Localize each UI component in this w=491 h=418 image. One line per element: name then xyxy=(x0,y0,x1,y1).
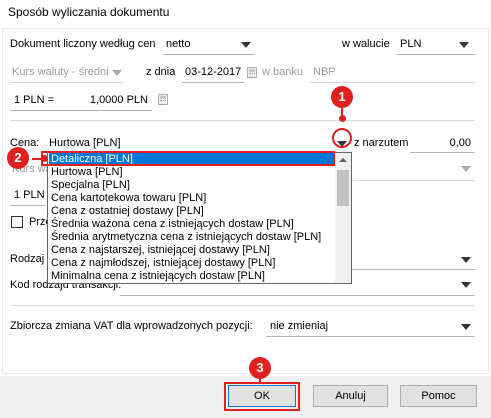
underline xyxy=(410,152,475,153)
type-label: Rodzaj xyxy=(10,253,45,265)
chevron-down-icon[interactable] xyxy=(461,282,471,288)
chevron-down-icon xyxy=(459,42,469,48)
step-badge-2: 2 xyxy=(7,147,29,169)
underline xyxy=(10,205,46,206)
divider xyxy=(10,305,475,306)
underline xyxy=(266,336,475,337)
rate-type-select[interactable]: Kurs waluty - średni xyxy=(10,64,122,82)
title-bar: Sposób wyliczania dokumentu xyxy=(0,0,491,26)
chevron-down-icon xyxy=(461,166,471,172)
rate-type-value: Kurs waluty - średni xyxy=(12,66,109,78)
bank-label: w banku xyxy=(262,66,303,78)
calc-by-value: netto xyxy=(166,38,191,50)
partial-checkbox[interactable] xyxy=(11,216,23,228)
currency-value: PLN xyxy=(400,38,422,50)
dropdown-option[interactable]: Minimalna cena z istniejących dostaw [PL… xyxy=(49,270,335,283)
calc-by-select[interactable]: netto xyxy=(163,36,255,54)
dropdown-option[interactable]: Cena z najstarszej, istniejącej dostawy … xyxy=(49,244,335,257)
vat-change-select[interactable]: nie zmieniaj xyxy=(266,318,475,336)
dropdown-option[interactable]: Specjalna [PLN] xyxy=(49,179,335,192)
rate-date-label: z dnia xyxy=(146,66,176,78)
dropdown-option[interactable]: Średnia arytmetyczna cena z istniejących… xyxy=(49,231,335,244)
underline xyxy=(310,82,475,83)
chevron-down-icon xyxy=(241,42,251,48)
rate-date-value: 03-12-2017 xyxy=(185,66,242,78)
underline xyxy=(163,54,255,55)
calendar-icon[interactable] xyxy=(247,67,257,78)
chevron-down-icon xyxy=(461,324,471,330)
dropdown-option[interactable]: Hurtowa [PLN] xyxy=(49,166,335,179)
highlight-rect xyxy=(41,151,335,166)
step-badge-1: 1 xyxy=(331,86,353,108)
annotation-dot xyxy=(41,155,48,162)
currency-label: w walucie xyxy=(342,38,390,50)
rate-value-field[interactable]: 1,0000 PLN xyxy=(64,92,152,110)
scroll-up-icon[interactable] xyxy=(339,158,347,162)
rate-date-field[interactable]: 03-12-2017 xyxy=(182,64,242,82)
price-value: Hurtowa [PLN] xyxy=(49,137,121,149)
markup-value: 0,00 xyxy=(449,137,471,149)
scroll-thumb[interactable] xyxy=(337,170,349,206)
dropdown-option[interactable]: Średnia ważona cena z istniejących dosta… xyxy=(49,218,335,231)
chevron-down-icon xyxy=(112,70,122,76)
underline xyxy=(397,54,475,55)
bank-value[interactable]: NBP xyxy=(313,66,336,78)
highlight-rect xyxy=(224,382,300,411)
vat-change-value: nie zmieniaj xyxy=(270,320,329,332)
markup-field[interactable]: 0,00 xyxy=(410,135,475,153)
highlight-circle xyxy=(332,128,352,148)
divider xyxy=(10,120,475,121)
vat-change-label: Zbiorcza zmiana VAT dla wprowadzonych po… xyxy=(10,320,253,332)
dropdown-scrollbar[interactable] xyxy=(335,153,351,283)
chevron-down-icon[interactable] xyxy=(461,257,471,263)
underline xyxy=(10,110,152,111)
calc-by-label: Dokument liczony według cen xyxy=(10,38,156,50)
underline xyxy=(120,295,475,296)
cancel-button[interactable]: Anuluj xyxy=(313,385,388,407)
rate-value: 1,0000 PLN xyxy=(89,94,148,106)
rate-lhs-label: 1 PLN = xyxy=(14,94,55,106)
help-button[interactable]: Pomoc xyxy=(400,385,477,407)
underline xyxy=(353,180,475,181)
dropdown-option[interactable]: Cena kartotekowa towaru [PLN] xyxy=(49,192,335,205)
dropdown-option[interactable]: Cena z ostatniej dostawy [PLN] xyxy=(49,205,335,218)
underline xyxy=(10,82,123,83)
calculator-icon[interactable] xyxy=(158,94,168,105)
price-dropdown-list[interactable]: Detaliczna [PLN] Hurtowa [PLN] Specjalna… xyxy=(47,152,352,284)
underline xyxy=(182,82,244,83)
markup-label: z narzutem xyxy=(354,137,409,149)
currency-select[interactable]: PLN xyxy=(397,36,475,54)
dropdown-option[interactable]: Cena z najmłodszej, istniejącej dostawy … xyxy=(49,257,335,270)
window-title: Sposób wyliczania dokumentu xyxy=(8,5,170,19)
step-badge-3: 3 xyxy=(249,357,271,379)
